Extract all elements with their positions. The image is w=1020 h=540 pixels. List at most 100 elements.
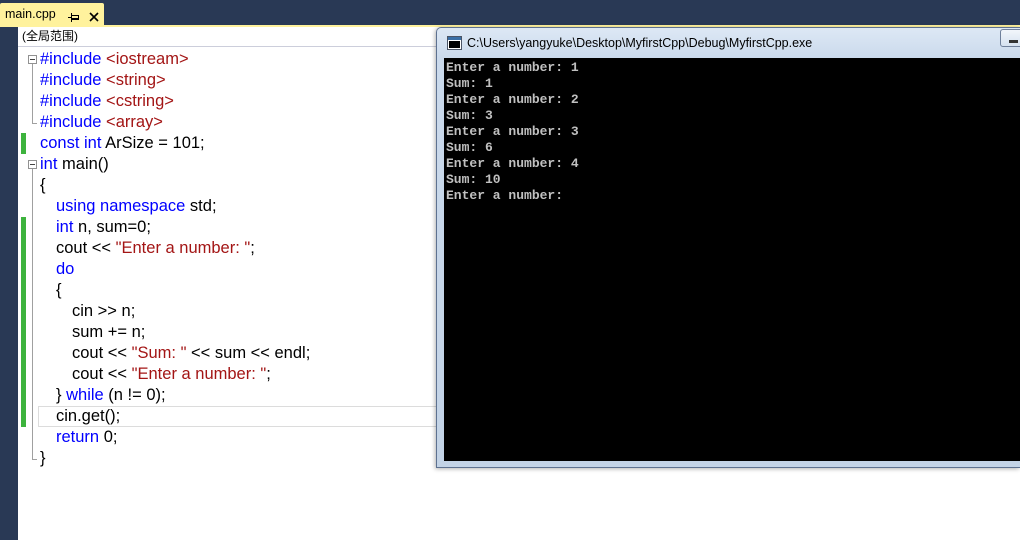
code-text: { [40, 176, 46, 194]
console-line: Enter a number: 4 [446, 156, 579, 171]
code-token: cin >> n; [40, 302, 136, 320]
console-title-bar[interactable]: C:\Users\yangyuke\Desktop\MyfirstCpp\Deb… [437, 28, 1020, 58]
code-text: cout << "Sum: " << sum << endl; [40, 344, 310, 362]
code-token: { [40, 281, 62, 299]
code-token: } [40, 386, 67, 404]
minimize-button[interactable] [1000, 29, 1020, 47]
code-token: using namespace [40, 197, 186, 215]
code-text: sum += n; [40, 323, 145, 341]
console-line: Enter a number: 2 [446, 92, 579, 107]
code-text: do [40, 260, 74, 278]
code-text: #include <cstring> [40, 92, 174, 110]
code-token: #include [40, 92, 102, 110]
change-marker [21, 217, 26, 238]
code-text: const int ArSize = 101; [40, 134, 205, 152]
code-token: "Sum: " [131, 344, 187, 362]
code-token: <array> [101, 113, 163, 131]
side-panel-strip [0, 27, 18, 540]
outline-guide [32, 238, 33, 259]
code-text: return 0; [40, 428, 117, 446]
change-marker [21, 364, 26, 385]
change-marker [21, 322, 26, 343]
change-marker [21, 238, 26, 259]
console-line: Sum: 6 [446, 140, 493, 155]
code-token: (n != 0); [103, 386, 166, 404]
outline-guide [32, 322, 33, 343]
code-token: <string> [101, 71, 166, 89]
code-text: using namespace std; [40, 197, 217, 215]
code-text: #include <string> [40, 71, 166, 89]
code-text: cin >> n; [40, 302, 135, 320]
code-token: cout << [40, 365, 132, 383]
outline-guide [32, 385, 33, 406]
code-text: cin.get(); [40, 407, 120, 425]
code-text: cout << "Enter a number: "; [40, 239, 255, 257]
change-marker [21, 406, 26, 427]
code-token: return [40, 428, 100, 446]
code-token: } [40, 449, 46, 467]
code-token: main() [57, 155, 109, 173]
code-token: ; [250, 239, 255, 257]
code-token: "Enter a number: " [131, 365, 267, 383]
code-token: std; [185, 197, 217, 215]
code-text: #include <iostream> [40, 50, 189, 68]
collapse-icon[interactable] [28, 55, 37, 64]
console-app-icon[interactable] [447, 36, 462, 50]
code-token: int [40, 155, 58, 173]
code-token: cin.get(); [40, 407, 121, 425]
minimize-icon [1009, 40, 1018, 43]
code-token: do [40, 260, 75, 278]
document-tab-strip: main.cpp [0, 0, 1020, 25]
outline-guide [32, 280, 33, 301]
outline-guide [32, 196, 33, 217]
tab-main-cpp[interactable]: main.cpp [0, 3, 104, 25]
code-token: n, sum=0; [73, 218, 151, 236]
console-line: Sum: 3 [446, 108, 493, 123]
code-token: << sum << endl; [186, 344, 311, 362]
code-text: cout << "Enter a number: "; [40, 365, 271, 383]
collapse-icon[interactable] [28, 160, 37, 169]
console-line: Enter a number: 1 [446, 60, 579, 75]
code-token: <iostream> [101, 50, 189, 68]
code-token: <cstring> [101, 92, 174, 110]
console-text: Enter a number: 1 Sum: 1 Enter a number: 2… [444, 58, 1020, 204]
code-token: cout << [40, 344, 132, 362]
code-token: 0; [99, 428, 118, 446]
console-line: Enter a number: 3 [446, 124, 579, 139]
console-line: Enter a number: [446, 188, 564, 203]
outline-guide [32, 406, 33, 427]
outline-guide [32, 343, 33, 364]
code-text: int n, sum=0; [40, 218, 151, 236]
code-token: cout << [40, 239, 116, 257]
code-text: } while (n != 0); [40, 386, 166, 404]
outline-guide [32, 364, 33, 385]
change-marker [21, 259, 26, 280]
scope-dropdown-label: (全局范围) [22, 29, 78, 43]
console-output[interactable]: Enter a number: 1 Sum: 1 Enter a number: 2… [444, 58, 1020, 461]
code-text: int main() [40, 155, 109, 173]
change-marker [21, 301, 26, 322]
outline-guide [32, 91, 33, 112]
code-token: ArSize = 101; [101, 134, 205, 152]
change-marker [21, 343, 26, 364]
code-token: const int [40, 134, 102, 152]
code-token: ; [266, 365, 271, 383]
code-token: "Enter a number: " [115, 239, 251, 257]
code-text: #include <array> [40, 113, 163, 131]
code-token: int [40, 218, 74, 236]
close-icon[interactable] [89, 9, 99, 22]
console-line: Sum: 1 [446, 76, 493, 91]
pin-icon[interactable] [68, 9, 80, 22]
outline-guide [32, 217, 33, 238]
console-window: C:\Users\yangyuke\Desktop\MyfirstCpp\Deb… [436, 27, 1020, 468]
console-title: C:\Users\yangyuke\Desktop\MyfirstCpp\Deb… [467, 36, 813, 50]
code-token: sum += n; [40, 323, 146, 341]
outline-guide [32, 70, 33, 91]
scope-dropdown[interactable]: (全局范围) [18, 27, 436, 46]
change-marker [21, 133, 26, 154]
code-token: while [66, 386, 104, 404]
change-marker [21, 385, 26, 406]
code-token: #include [40, 71, 102, 89]
outline-guide [32, 427, 33, 448]
code-text: } [40, 449, 46, 467]
